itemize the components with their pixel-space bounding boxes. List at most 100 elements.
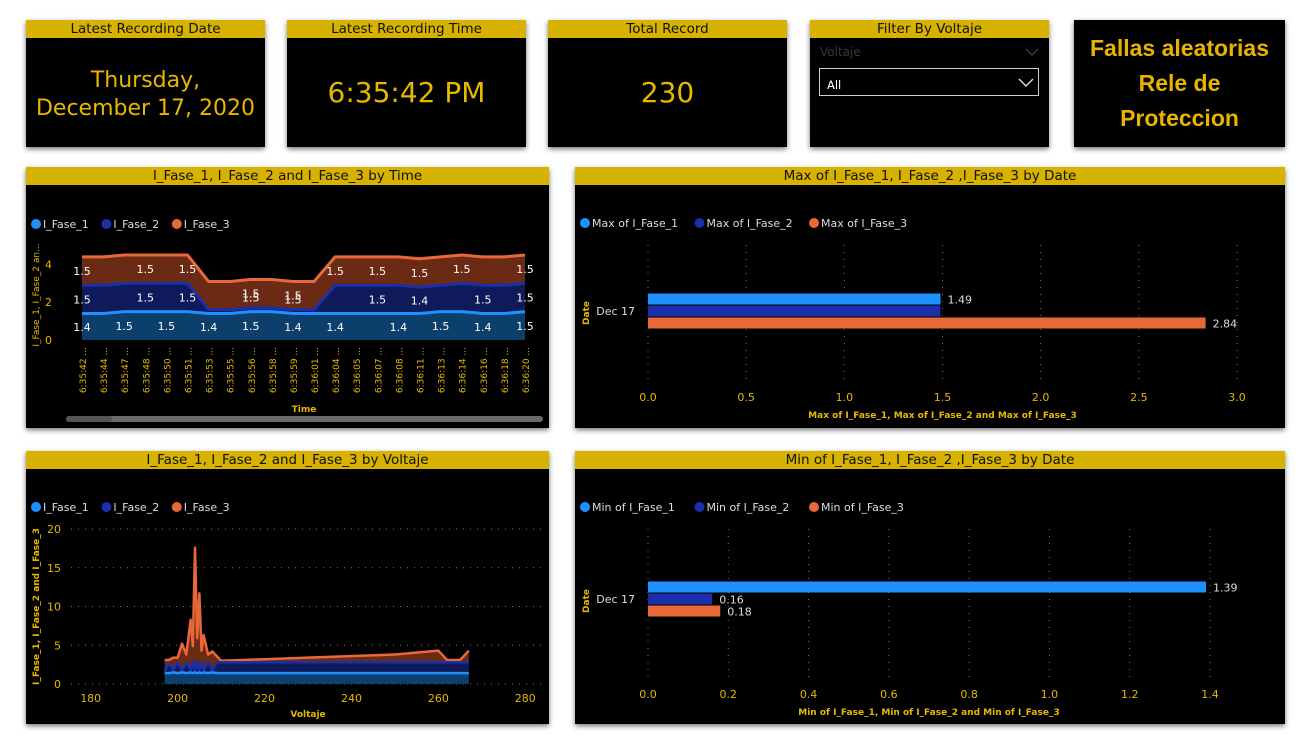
y-tick-label: 2 xyxy=(45,296,52,309)
bar-min-of-i-fase-1 xyxy=(648,581,1206,593)
x-tick-label: 200 xyxy=(167,692,188,705)
data-label: 1.5 xyxy=(369,293,387,306)
x-axis-label: Max of I_Fase_1, Max of I_Fase_2 and Max… xyxy=(808,411,1077,421)
bar-max-of-i-fase-3 xyxy=(648,317,1206,329)
legend-marker xyxy=(694,218,705,228)
y-axis-label: Date xyxy=(582,301,592,325)
x-tick-label: 1.0 xyxy=(1041,688,1059,701)
x-tick-label: 6:35:48 ... xyxy=(142,347,152,393)
x-tick-label: 1.0 xyxy=(836,391,854,404)
x-tick-label: 0.8 xyxy=(960,688,978,701)
chart-time-tile[interactable]: I_Fase_1, I_Fase_2 and I_Fase_3 by Time … xyxy=(26,167,549,428)
x-tick-label: 6:36:08 ... xyxy=(395,347,405,393)
data-label: 1.5 xyxy=(284,293,302,306)
data-label: 1.5 xyxy=(73,265,91,278)
max-bar-chart[interactable]: Max of I_Fase_1 Max of I_Fase_2 Max of I_F… xyxy=(575,185,1285,428)
y-axis-label: I_Fase_1, I_Fase_2 an... xyxy=(32,243,42,346)
bar-min-of-i-fase-3 xyxy=(648,605,721,617)
time-area-chart[interactable]: I_Fase_1 I_Fase_2 I_Fase_3 0 2 4I_Fase_1, I_F… xyxy=(26,185,549,428)
x-axis-label: Time xyxy=(292,405,317,415)
data-label: 1.4 xyxy=(474,321,492,334)
legend-item: Min of I_Fase_2 xyxy=(707,501,790,514)
legend-marker xyxy=(101,219,112,229)
card-value: Thursday, December 17, 2020 xyxy=(26,38,265,147)
x-tick-label: 0.0 xyxy=(639,391,657,404)
y-tick-label: 5 xyxy=(54,639,61,652)
data-label: 1.5 xyxy=(453,263,471,276)
x-tick-label: 0.6 xyxy=(880,688,898,701)
brand-title-card: Fallas aleatorias Rele de Proteccion xyxy=(1074,20,1285,147)
horizontal-scrollbar[interactable] xyxy=(66,416,543,422)
chart-min-tile[interactable]: Min of I_Fase_1, I_Fase_2 ,I_Fase_3 by D… xyxy=(575,451,1285,724)
x-tick-label: 6:36:07 ... xyxy=(374,347,384,393)
legend-item: I_Fase_3 xyxy=(184,501,230,514)
y-tick-label: 4 xyxy=(45,258,52,271)
voltaje-dropdown[interactable]: All xyxy=(819,68,1039,96)
slicer-field-label: Voltaje xyxy=(820,45,861,59)
data-label: 1.5 xyxy=(369,265,387,278)
x-tick-label: 6:36:16 ... xyxy=(480,347,490,393)
chevron-down-icon xyxy=(1018,78,1034,87)
legend-item: Max of I_Fase_2 xyxy=(707,217,793,230)
min-bar-chart[interactable]: Min of I_Fase_1 Min of I_Fase_2 Min of I_F… xyxy=(575,469,1285,724)
x-tick-label: 180 xyxy=(80,692,101,705)
x-tick-label: 6:35:47 ... xyxy=(121,347,131,393)
x-tick-label: 6:35:51 ... xyxy=(184,347,194,393)
legend-item: I_Fase_1 xyxy=(43,218,89,231)
x-tick-label: 1.5 xyxy=(934,391,952,404)
x-tick-label: 6:36:05 ... xyxy=(353,347,363,393)
area-i-fase_1 xyxy=(82,311,525,340)
data-label: 1.5 xyxy=(516,263,534,276)
legend-marker xyxy=(101,502,112,512)
x-tick-label: 6:35:44 ... xyxy=(100,347,110,393)
data-label: 1.4 xyxy=(73,321,91,334)
data-label: 1.5 xyxy=(411,267,429,280)
legend-item: Min of I_Fase_3 xyxy=(821,501,904,514)
dashboard-title: Fallas aleatorias Rele de Proteccion xyxy=(1074,20,1285,147)
x-tick-label: 6:36:13 ... xyxy=(438,347,448,393)
x-tick-label: 6:36:04 ... xyxy=(332,347,342,393)
data-label: 1.5 xyxy=(158,320,176,333)
x-tick-label: 6:36:01 ... xyxy=(311,347,321,393)
series-line-i-fase_3 xyxy=(164,546,470,662)
legend-item: Min of I_Fase_1 xyxy=(592,501,675,514)
x-tick-label: 6:35:58 ... xyxy=(269,347,279,393)
x-tick-label: 240 xyxy=(341,692,362,705)
x-tick-label: 6:35:55 ... xyxy=(227,347,237,393)
scrollbar-thumb[interactable] xyxy=(66,416,112,422)
y-axis-label: I_Fase_1, I_Fase_2 and I_Fase_3 xyxy=(32,528,42,685)
x-axis-label: Voltaje xyxy=(290,710,325,720)
data-label: 1.5 xyxy=(137,292,155,305)
y-tick-label: 0 xyxy=(54,678,61,691)
voltaje-area-chart[interactable]: I_Fase_1 I_Fase_2 I_Fase_3 0 5 10 15 20 180 200 22… xyxy=(26,469,549,724)
legend-item: I_Fase_2 xyxy=(113,218,159,231)
x-tick-label: 1.4 xyxy=(1201,688,1219,701)
slicer-header[interactable]: Voltaje xyxy=(820,42,1039,62)
legend-item: I_Fase_3 xyxy=(184,218,230,231)
data-label: 1.4 xyxy=(284,321,302,334)
y-tick-label: 15 xyxy=(47,562,61,575)
legend-marker xyxy=(809,218,819,228)
x-axis-label: Min of I_Fase_1, Min of I_Fase_2 and Min… xyxy=(798,708,1059,718)
card-title: Latest Recording Time xyxy=(287,20,526,38)
x-tick-label: 6:36:18 ... xyxy=(501,347,511,393)
voltaje-filter-slicer: Filter By Voltaje Voltaje All xyxy=(810,20,1049,147)
x-tick-label: 6:36:14 ... xyxy=(459,347,469,393)
chart-title: I_Fase_1, I_Fase_2 and I_Fase_3 by Volta… xyxy=(26,451,549,469)
data-label: 2.84 xyxy=(1213,318,1238,331)
title-line-3: Proteccion xyxy=(1120,105,1239,131)
chart-max-tile[interactable]: Max of I_Fase_1, I_Fase_2 ,I_Fase_3 by D… xyxy=(575,167,1285,428)
card-value: 230 xyxy=(640,76,695,109)
chart-voltaje-tile[interactable]: I_Fase_1, I_Fase_2 and I_Fase_3 by Volta… xyxy=(26,451,549,724)
data-label: 0.18 xyxy=(727,606,752,619)
date-full: December 17, 2020 xyxy=(35,95,256,121)
x-tick-label: 0.5 xyxy=(737,391,755,404)
y-tick-label: 10 xyxy=(47,601,61,614)
latest-recording-time-card: Latest Recording Time 6:35:42 PM xyxy=(287,20,526,147)
chart-title: Min of I_Fase_1, I_Fase_2 ,I_Fase_3 by D… xyxy=(575,451,1285,469)
legend-item: Max of I_Fase_3 xyxy=(821,217,907,230)
data-label: 1.49 xyxy=(948,294,973,307)
data-label: 1.5 xyxy=(474,293,492,306)
legend-marker xyxy=(694,502,705,512)
slicer-title: Filter By Voltaje xyxy=(810,20,1049,38)
